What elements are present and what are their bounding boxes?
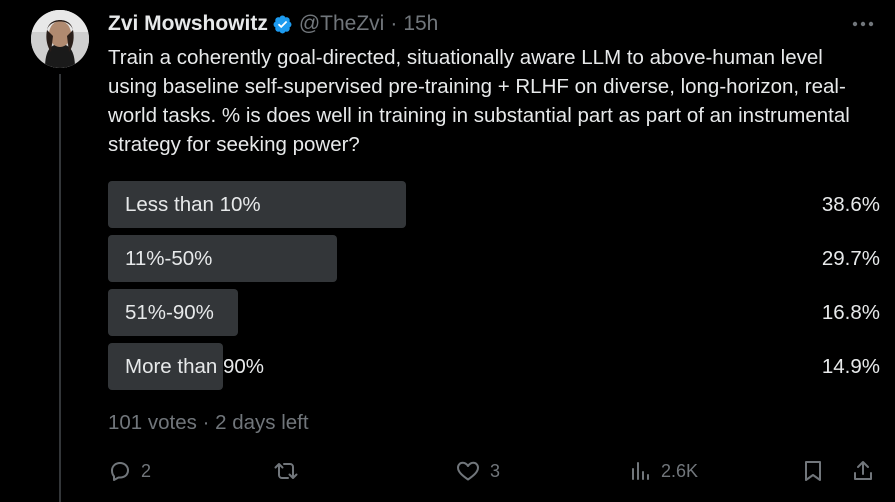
like-count: 3 <box>490 460 501 481</box>
poll-option-percent: 29.7% <box>821 247 880 270</box>
poll-option: More than 90% 14.9% <box>108 343 880 390</box>
verified-badge-icon <box>272 14 293 35</box>
reply-count: 2 <box>141 460 152 481</box>
timestamp[interactable]: 15h <box>403 12 438 36</box>
views-count: 2.6K <box>661 460 699 481</box>
more-options-icon[interactable] <box>848 14 878 34</box>
avatar-photo-icon <box>31 10 89 68</box>
repost-button[interactable] <box>273 457 308 485</box>
header-separator: · <box>390 12 398 35</box>
display-name[interactable]: Zvi Mowshowitz <box>108 12 268 36</box>
share-icon <box>854 461 872 480</box>
poll-option: 11%-50% 29.7% <box>108 235 880 282</box>
poll-option-percent: 14.9% <box>821 355 880 378</box>
like-icon <box>457 461 479 481</box>
avatar[interactable] <box>31 10 89 68</box>
poll-meta: 101 votes · 2 days left <box>108 411 309 434</box>
bookmark-button[interactable] <box>802 457 824 485</box>
reply-button[interactable]: 2 <box>108 457 151 485</box>
thread-line <box>59 74 61 502</box>
poll-option-percent: 38.6% <box>821 193 880 216</box>
like-button[interactable]: 3 <box>455 457 500 485</box>
poll-option-percent: 16.8% <box>821 301 880 324</box>
tweet-header: Zvi Mowshowitz @TheZvi · 15h <box>108 10 438 38</box>
poll-option: Less than 10% 38.6% <box>108 181 880 228</box>
views-icon <box>632 462 649 480</box>
reply-icon <box>111 462 129 481</box>
bookmark-icon <box>805 461 821 481</box>
repost-icon <box>274 463 298 479</box>
poll-option-label: More than 90% <box>125 355 265 378</box>
poll-option-label: 11%-50% <box>125 247 213 270</box>
poll-option-label: Less than 10% <box>125 193 261 216</box>
poll-option: 51%-90% 16.8% <box>108 289 880 336</box>
poll-option-label: 51%-90% <box>125 301 214 324</box>
share-button[interactable] <box>851 457 875 485</box>
handle[interactable]: @TheZvi <box>299 12 385 36</box>
tweet-text: Train a coherently goal-directed, situat… <box>108 46 850 156</box>
views-button[interactable]: 2.6K <box>630 457 698 485</box>
